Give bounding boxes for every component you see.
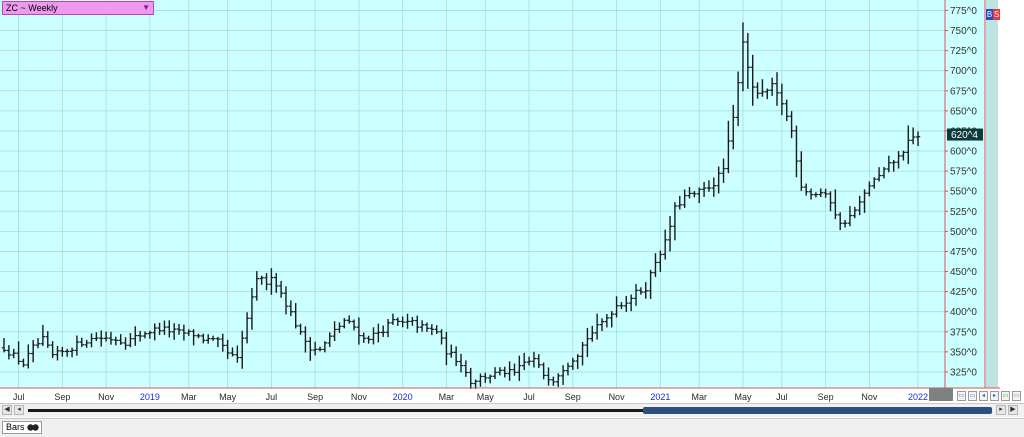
price-tick-label: 700^0 (950, 66, 977, 77)
chart-window: 325^0 350^0 375^0 400^0 425^0 450^0 475^0 500^0… (0, 0, 1024, 437)
buy-button[interactable]: B (986, 9, 993, 20)
scroll-right-icon[interactable]: ▸ (990, 391, 999, 401)
price-tick-label: 350^0 (950, 347, 977, 358)
bottom-tab-bar: Bars (0, 418, 1024, 437)
last-price-tag: 620^4 (947, 128, 983, 141)
year-tick-label: 2022 (908, 392, 928, 402)
month-tick-label: Sep (54, 392, 70, 402)
axis-corner (929, 388, 953, 401)
month-tick-label: Nov (98, 392, 115, 402)
toggle-icon (27, 424, 39, 431)
price-tick-label: 550^0 (950, 187, 977, 198)
scroll-start-button[interactable]: ◀ (2, 405, 12, 415)
horizontal-scrollbar[interactable]: ◀ ◂ ▸ ▶ (0, 403, 1024, 417)
scroll-forward-button[interactable]: ▸ (996, 405, 1006, 415)
fit-icon[interactable]: ▭ (1001, 391, 1010, 401)
month-tick-label: Jul (266, 392, 278, 402)
price-tick-label: 475^0 (950, 247, 977, 258)
price-tick-label: 500^0 (950, 227, 977, 238)
month-tick-label: May (734, 392, 752, 402)
price-tick-label: 600^0 (950, 147, 977, 158)
tab-bars[interactable]: Bars (2, 421, 42, 434)
zoom-in-icon[interactable]: ▭ (968, 391, 977, 401)
plot-background (0, 0, 945, 388)
price-tick-label: 575^0 (950, 167, 977, 178)
price-tick-label: 400^0 (950, 307, 977, 318)
symbol-selector[interactable]: ZC ~ Weekly ▼ (2, 1, 154, 15)
month-tick-label: Jul (523, 392, 535, 402)
tab-bars-label: Bars (6, 422, 25, 432)
month-tick-label: Nov (351, 392, 368, 402)
scroll-strip[interactable] (986, 0, 998, 388)
month-tick-label: Nov (609, 392, 626, 402)
expand-icon[interactable]: ▭ (1012, 391, 1021, 401)
month-tick-label: Jul (776, 392, 788, 402)
month-tick-label: Sep (307, 392, 323, 402)
price-tick-label: 650^0 (950, 106, 977, 117)
scroll-left-icon[interactable]: ◂ (979, 391, 988, 401)
sell-button[interactable]: S (993, 9, 1000, 20)
chevron-down-icon: ▼ (142, 3, 150, 12)
year-tick-label: 2021 (650, 392, 670, 402)
price-tick-label: 425^0 (950, 287, 977, 298)
month-tick-label: Jul (13, 392, 25, 402)
month-tick-label: Sep (565, 392, 581, 402)
price-tick-label: 750^0 (950, 26, 977, 37)
month-tick-label: May (477, 392, 495, 402)
year-tick-label: 2020 (393, 392, 413, 402)
month-tick-label: Sep (818, 392, 834, 402)
last-price-label: 620^4 (951, 130, 978, 141)
scroll-back-button[interactable]: ◂ (14, 405, 24, 415)
price-tick-label: 375^0 (950, 327, 977, 338)
price-chart[interactable]: 325^0 350^0 375^0 400^0 425^0 450^0 475^0 500^0… (0, 0, 1024, 403)
price-tick-label: 775^0 (950, 6, 977, 17)
price-tick-label: 325^0 (950, 367, 977, 378)
year-tick-label: 2019 (140, 392, 160, 402)
month-tick-label: Nov (861, 392, 878, 402)
price-tick-label: 450^0 (950, 267, 977, 278)
symbol-label: ZC ~ Weekly (6, 3, 58, 13)
price-tick-label: 525^0 (950, 207, 977, 218)
price-tick-label: 675^0 (950, 86, 977, 97)
month-tick-label: Mar (691, 392, 707, 402)
month-tick-label: May (219, 392, 237, 402)
month-tick-label: Mar (439, 392, 455, 402)
zoom-out-icon[interactable]: ▭ (957, 391, 966, 401)
scroll-end-button[interactable]: ▶ (1008, 405, 1018, 415)
month-tick-label: Mar (181, 392, 197, 402)
price-tick-label: 725^0 (950, 46, 977, 57)
scroll-thumb[interactable] (643, 407, 992, 414)
